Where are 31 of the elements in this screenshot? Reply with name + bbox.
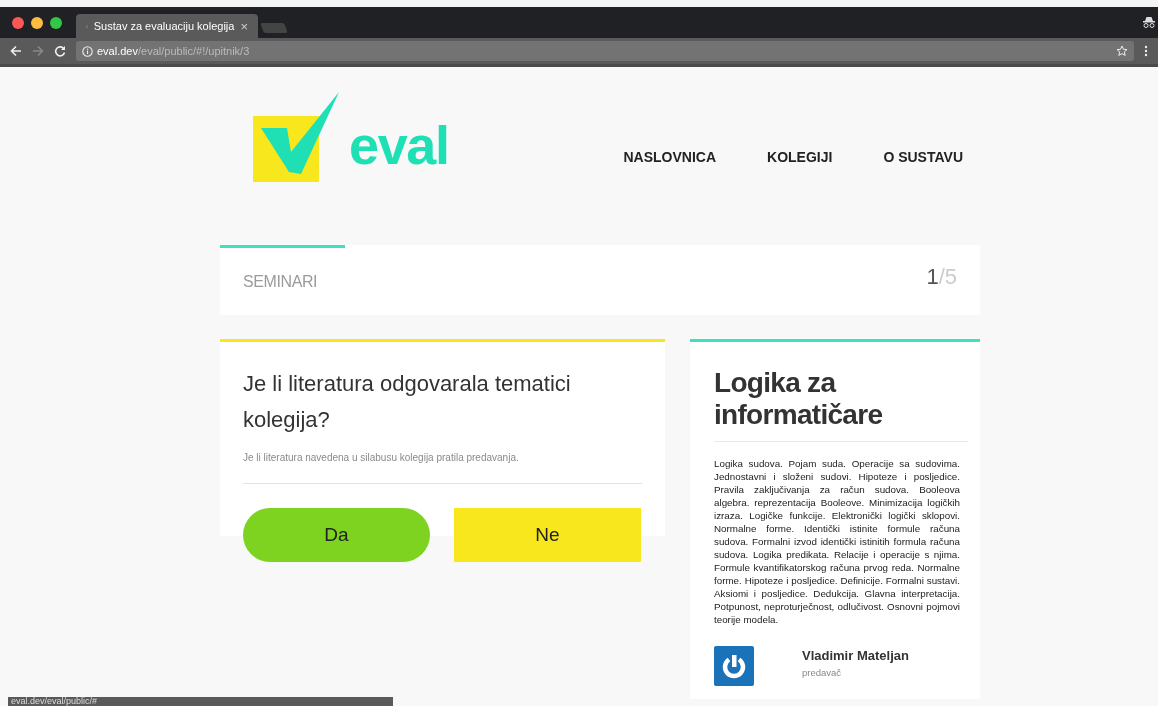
minimize-window-icon[interactable] xyxy=(31,16,43,29)
incognito-icon xyxy=(1142,15,1156,29)
power-icon xyxy=(721,653,747,679)
current-page: 1 xyxy=(926,263,939,289)
zoom-window-icon[interactable] xyxy=(50,16,62,29)
nav-link[interactable]: O SUSTAVU xyxy=(883,147,963,168)
status-url: eval.dev/eval/public/# xyxy=(8,697,393,706)
answer-button[interactable]: Ne xyxy=(454,508,641,562)
close-window-icon[interactable] xyxy=(12,16,24,29)
back-arrow-icon[interactable] xyxy=(10,45,22,57)
menu-icon[interactable] xyxy=(1144,45,1148,57)
nav-link[interactable]: KOLEGIJI xyxy=(767,147,833,168)
address-bar[interactable]: eval.dev/eval/public/#!/upitnik/3 xyxy=(76,41,1134,61)
info-icon[interactable] xyxy=(82,45,93,57)
logo-icon xyxy=(253,92,339,184)
url-text: eval.dev/eval/public/#!/upitnik/3 xyxy=(97,43,250,59)
answer-button[interactable]: Da xyxy=(243,508,430,562)
section-title: SEMINARI xyxy=(243,272,318,292)
nav-link[interactable]: NASLOVNICA xyxy=(623,147,717,168)
tab-title: Sustav za evaluaciju kolegija xyxy=(93,18,235,34)
lecturer-name: Vladimir Mateljan xyxy=(802,647,909,665)
course-description: Logika sudova. Pojam suda. Operacije sa sudovima. Jednostavni i složeni sudovi. Hipoteze i posljedice. Pravila zaključivanja za račun sudova. Booleova algebra. reprezentacija Booleove. Minimizacija logičkih izraza. Logičke funkcije. Elektronički logički sklopovi. Normalne forme. Identički istinite formule računa sudova. Formalni izvod identički istinitih formula računa sudova. Logika predikata. Relacije i operacije s njima. Formule kvantifikatorskog računa prvog reda. Normalne forme. Hipoteze i posljedice. Definicije. Formalni sustavi. Aksiomi i posljedice. Dedukcija. Glavna interpretacija. Potpunost, neproturječnost, odlučivost. Osnovni pojmovi teorije modela. xyxy=(714,457,960,626)
course-title: Logika za informatičare xyxy=(714,367,968,442)
logo-text: eval xyxy=(349,118,449,172)
reload-icon[interactable] xyxy=(54,45,66,57)
question-hint: Je li literatura navedena u silabusu kolegija pratila predavanja. xyxy=(243,450,642,484)
lecturer-role: predavač xyxy=(802,665,843,680)
browser-tab[interactable]: Sustav za evaluaciju kolegija × xyxy=(76,14,258,38)
bookmark-star-icon[interactable] xyxy=(1116,45,1128,57)
question-title: Je li literatura odgovarala tematici kolegija? xyxy=(243,370,572,434)
tab-close-button[interactable]: × xyxy=(240,19,248,33)
